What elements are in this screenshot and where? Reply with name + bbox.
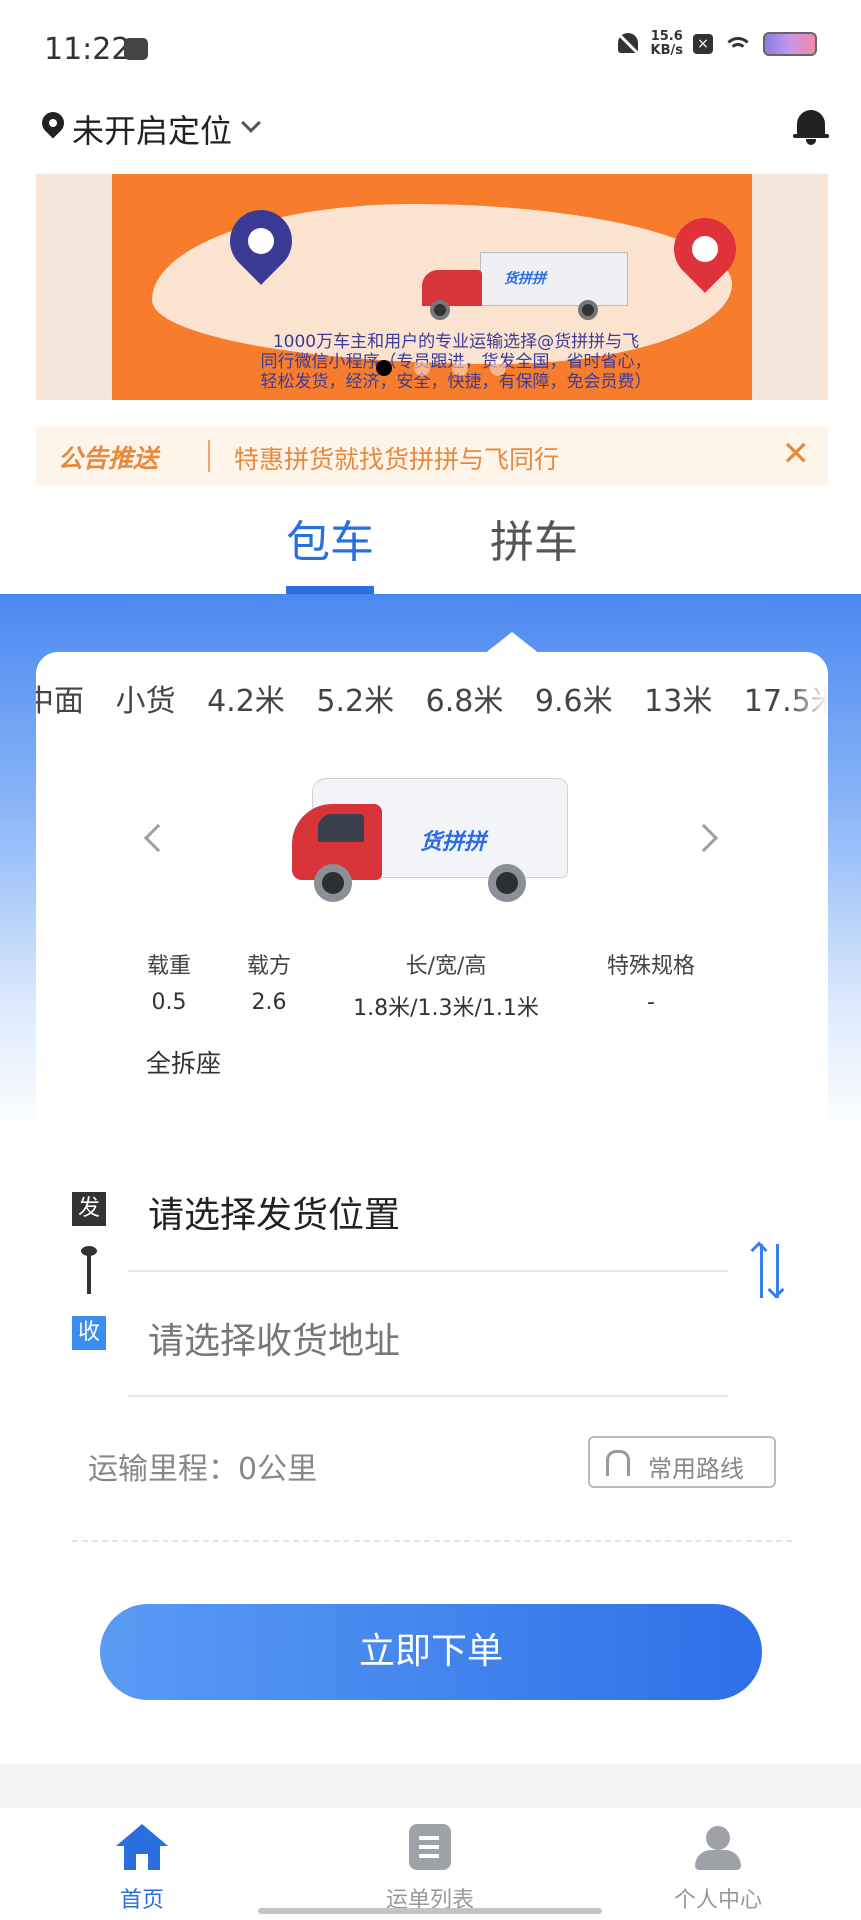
spec-weight: 载重 0.5: [136, 948, 202, 1015]
vehicle-size-option[interactable]: 中面: [36, 676, 84, 720]
vehicle-size-option[interactable]: 13米: [644, 676, 712, 720]
swap-icon[interactable]: [750, 1240, 790, 1302]
truck-illustration: 货拼拼: [408, 252, 628, 322]
service-tabs: 包车 拼车: [0, 500, 861, 594]
vehicle-size-tabs: 中面 小货 4.2米 5.2米 6.8米 9.6米 13米 17.5米: [36, 676, 828, 726]
location-pin-icon[interactable]: [37, 107, 69, 139]
vehicle-size-option[interactable]: 4.2米: [207, 676, 285, 720]
user-icon: [695, 1824, 741, 1870]
tab-active-indicator: [286, 586, 374, 594]
spec-value: -: [647, 990, 655, 1015]
van-logo: 货拼拼: [420, 830, 487, 855]
status-indicators: 15.6 KB/s ×: [615, 30, 817, 58]
route-connector-icon: [81, 1246, 97, 1294]
mute-icon: [615, 30, 641, 58]
bottom-nav: 首页 运单列表 个人中心: [0, 1808, 861, 1920]
network-speed: 15.6 KB/s: [651, 30, 683, 58]
network-speed-unit: KB/s: [650, 43, 683, 58]
notice-divider: [208, 440, 210, 472]
vehicle-card: 中面 小货 4.2米 5.2米 6.8米 9.6米 13米 17.5米 货拼拼 …: [36, 652, 828, 1122]
card-notch: [484, 632, 540, 654]
home-indicator: [258, 1908, 602, 1914]
common-routes-button[interactable]: 常用路线: [588, 1436, 776, 1488]
header: 未开启定位: [0, 100, 861, 170]
spec-value: 1.8米/1.3米/1.1米: [353, 996, 539, 1021]
nav-label: 首页: [119, 1888, 164, 1913]
delivery-address-field[interactable]: 请选择收货地址: [148, 1312, 400, 1364]
nav-orders[interactable]: 运单列表: [360, 1824, 500, 1914]
nav-home[interactable]: 首页: [72, 1824, 212, 1914]
spec-volume: 载方 2.6: [236, 948, 302, 1015]
route-icon: [606, 1450, 630, 1476]
common-routes-label: 常用路线: [648, 1455, 744, 1483]
notice-bar[interactable]: 公告推送 特惠拼货就找货拼拼与飞同行 ✕: [36, 426, 828, 486]
tab-charter[interactable]: 包车: [286, 506, 374, 570]
seat-note: 全拆座: [146, 1049, 222, 1078]
divider: [128, 1270, 728, 1272]
spec-value: 2.6: [251, 990, 287, 1015]
no-sim-icon: ×: [693, 34, 713, 54]
notice-tag: 公告推送: [58, 444, 159, 473]
status-bar: 11:22 15.6 KB/s ×: [0, 0, 861, 100]
wifi-icon: [723, 33, 753, 55]
message-icon: [124, 38, 148, 60]
banner-line: 1000万车主和用户的专业运输选择@货拼拼与飞: [272, 332, 640, 352]
pagination-dot[interactable]: [490, 360, 506, 376]
close-icon[interactable]: ✕: [782, 434, 811, 474]
chevron-right-icon[interactable]: [689, 823, 719, 853]
tab-carpool[interactable]: 拼车: [490, 506, 578, 570]
vehicle-size-option[interactable]: 5.2米: [316, 676, 394, 720]
dashed-divider: [72, 1540, 792, 1542]
spec-dimensions: 长/宽/高 1.8米/1.3米/1.1米: [336, 948, 556, 1022]
pickup-address-field[interactable]: 请选择发货位置: [148, 1186, 400, 1238]
battery-icon: [763, 32, 817, 56]
spec-value: 0.5: [151, 990, 187, 1015]
network-speed-value: 15.6: [650, 29, 683, 44]
notice-text[interactable]: 特惠拼货就找货拼拼与飞同行: [234, 440, 559, 476]
to-tag: 收: [72, 1316, 106, 1350]
chevron-down-icon[interactable]: [241, 113, 261, 133]
banner-pagination: [376, 360, 506, 376]
chevron-left-icon[interactable]: [143, 823, 173, 853]
nav-label: 个人中心: [673, 1888, 762, 1913]
status-time: 11:22: [44, 32, 131, 67]
pagination-dot[interactable]: [452, 360, 468, 376]
home-icon: [116, 1824, 168, 1870]
vehicle-size-option[interactable]: 6.8米: [426, 676, 504, 720]
spec-label: 长/宽/高: [405, 954, 487, 979]
van-image: 货拼拼: [292, 772, 572, 908]
nav-profile[interactable]: 个人中心: [648, 1824, 788, 1914]
truck-logo: 货拼拼: [504, 271, 546, 287]
pagination-dot[interactable]: [414, 360, 430, 376]
spec-label: 特殊规格: [606, 954, 695, 979]
divider: [128, 1395, 728, 1397]
bell-icon[interactable]: [793, 106, 829, 146]
vehicle-size-option[interactable]: 小货: [116, 676, 176, 720]
spec-label: 载方: [246, 954, 291, 979]
from-tag: 发: [72, 1192, 106, 1226]
list-icon: [409, 1824, 451, 1870]
spec-special: 特殊规格 -: [592, 948, 710, 1015]
distance-text: 运输里程：0公里: [88, 1452, 318, 1487]
spacer: [0, 1764, 861, 1808]
location-label[interactable]: 未开启定位: [72, 106, 232, 152]
pagination-dot-active[interactable]: [376, 360, 392, 376]
vehicle-size-option[interactable]: 9.6米: [535, 676, 613, 720]
spec-label: 载重: [146, 954, 191, 979]
order-now-button[interactable]: 立即下单: [100, 1604, 762, 1700]
